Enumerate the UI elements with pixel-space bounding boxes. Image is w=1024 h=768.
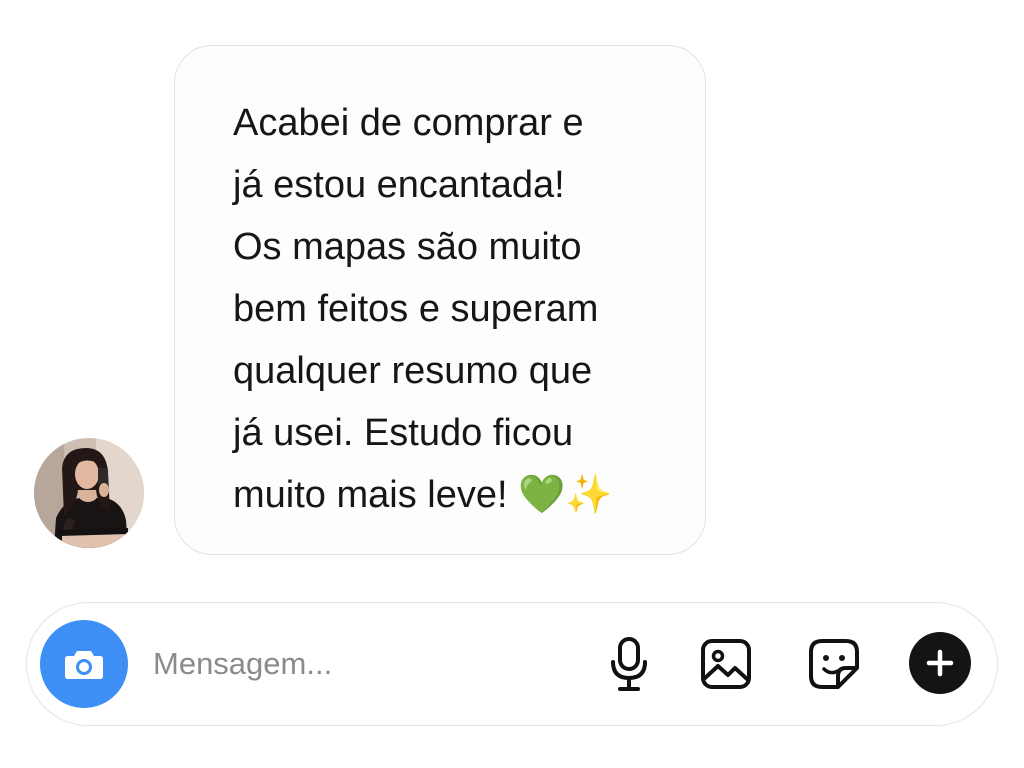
- avatar[interactable]: [34, 438, 144, 548]
- camera-button[interactable]: [40, 620, 128, 708]
- plus-icon: [926, 649, 954, 677]
- microphone-button[interactable]: [601, 636, 657, 692]
- message-text: Acabei de comprar e já estou encantada! …: [233, 102, 613, 516]
- message-input[interactable]: [153, 641, 553, 687]
- image-icon: [701, 639, 751, 689]
- plus-button[interactable]: [909, 632, 971, 694]
- sticker-icon: [809, 639, 859, 689]
- message-composer: [26, 602, 998, 726]
- gallery-button[interactable]: [698, 636, 754, 692]
- camera-icon: [65, 651, 103, 679]
- sticker-button[interactable]: [806, 636, 862, 692]
- microphone-icon: [611, 637, 647, 691]
- message-bubble[interactable]: Acabei de comprar e já estou encantada! …: [174, 45, 706, 555]
- profile-photo-icon: [34, 438, 144, 548]
